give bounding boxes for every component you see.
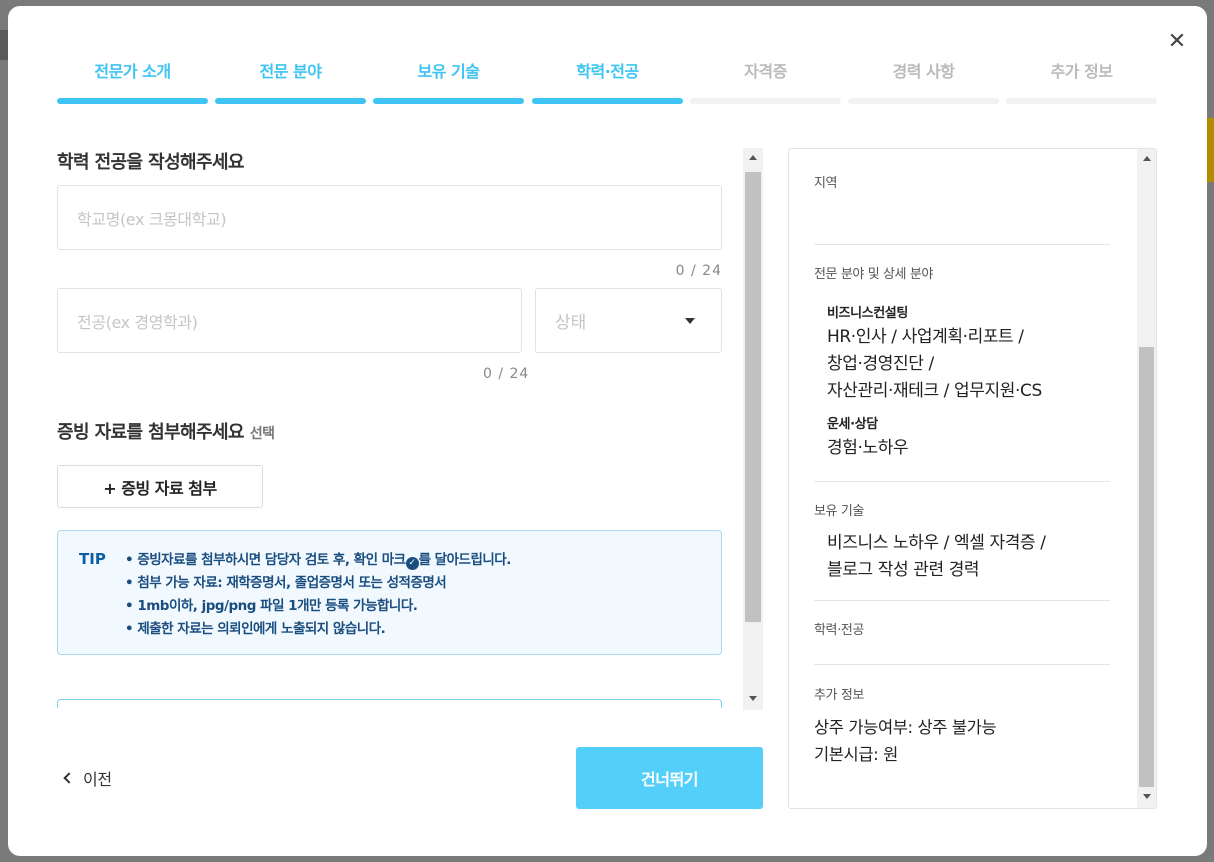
step-bar <box>1006 98 1157 104</box>
field-groups: 비즈니스컨설팅 HR·인사 / 사업계획·리포트 / 창업·경영진단 / 자산관… <box>814 302 1110 462</box>
scroll-up-icon[interactable] <box>1143 156 1151 161</box>
education-heading: 학력·전공 <box>814 623 864 638</box>
extra-list: 상주 가능여부: 상주 불가능 기본시급: 원 <box>814 714 1110 768</box>
skills-heading: 보유 기술 <box>814 504 864 519</box>
preview-scrollbar[interactable] <box>1137 149 1156 808</box>
step-label: 자격증 <box>744 62 787 81</box>
backdrop-edge-accent <box>1206 118 1214 182</box>
step-bar <box>215 98 366 104</box>
scroll-thumb[interactable] <box>745 172 761 622</box>
step-extra[interactable]: 추가 정보 <box>1006 58 1157 104</box>
step-certificate[interactable]: 자격증 <box>690 58 841 104</box>
step-progress: 전문가 소개 전문 분야 보유 기술 학력·전공 자격증 경력 사항 추가 정보 <box>57 58 1157 104</box>
next-section-box <box>57 699 722 708</box>
tip-list: • 증빙자료를 첨부하시면 담당자 검토 후, 확인 마크 ✓ 를 달아드립니다. … <box>125 549 511 641</box>
education-title: 학력 전공을 작성해주세요 <box>57 152 245 173</box>
step-label: 보유 기술 <box>417 62 480 81</box>
step-career[interactable]: 경력 사항 <box>848 58 999 104</box>
tip-line1-before: • 증빙자료를 첨부하시면 담당자 검토 후, 확인 마크 <box>125 552 406 568</box>
caret-down-icon <box>685 318 695 324</box>
attachment-heading: 증빙 자료를 첨부해주세요 선택 <box>57 418 275 444</box>
prev-button[interactable]: 이전 <box>61 766 112 790</box>
major-counter: 0 / 24 <box>483 366 530 382</box>
divider <box>814 664 1110 665</box>
field-tag-line: 창업·경영진단 / <box>827 354 934 374</box>
education-form: 학력 전공을 작성해주세요 학교명(ex 크몽대학교) 0 / 24 전공(ex… <box>57 148 722 708</box>
field-tag-line: 경험·노하우 <box>827 438 909 458</box>
region-section: 지역 <box>814 172 1110 191</box>
extra-section: 추가 정보 상주 가능여부: 상주 불가능 기본시급: 원 <box>814 684 1110 768</box>
school-name-counter: 0 / 24 <box>675 263 722 279</box>
step-education[interactable]: 학력·전공 <box>532 58 683 104</box>
step-label: 추가 정보 <box>1050 62 1113 81</box>
step-label: 학력·전공 <box>576 62 639 81</box>
skip-button[interactable]: 건너뛰기 <box>576 747 763 809</box>
expert-register-modal: ✕ 전문가 소개 전문 분야 보유 기술 학력·전공 자격증 경력 사항 추가 … <box>8 6 1207 856</box>
scroll-thumb[interactable] <box>1139 347 1154 787</box>
field-tag-line: HR·인사 / 사업계획·리포트 / <box>827 327 1024 347</box>
profile-preview-panel: 지역 전문 분야 및 상세 분야 비즈니스컨설팅 HR·인사 / 사업계획·리포… <box>788 148 1157 809</box>
tip-line1-after: 를 달아드립니다. <box>418 552 512 568</box>
step-label: 전문 분야 <box>259 62 322 81</box>
major-input[interactable]: 전공(ex 경영학과) <box>57 288 522 353</box>
extra-line: 기본시급: 원 <box>814 745 898 764</box>
backdrop-edge <box>0 30 8 60</box>
step-bar <box>848 98 999 104</box>
field-heading: 전문 분야 및 상세 분야 <box>814 267 933 282</box>
close-icon[interactable]: ✕ <box>1167 31 1187 53</box>
optional-tag: 선택 <box>249 426 275 442</box>
skills-section: 보유 기술 비즈니스 노하우 / 엑셀 자격증 / 블로그 작성 관련 경력 <box>814 500 1110 584</box>
prev-label: 이전 <box>83 770 112 789</box>
verified-check-icon: ✓ <box>405 557 419 570</box>
scroll-down-icon[interactable] <box>1143 794 1151 799</box>
tip-line: • 증빙자료를 첨부하시면 담당자 검토 후, 확인 마크 ✓ 를 달아드립니다. <box>125 549 511 572</box>
step-intro[interactable]: 전문가 소개 <box>57 58 208 104</box>
step-bar <box>532 98 683 104</box>
tip-line: • 1mb이하, jpg/png 파일 1개만 등록 가능합니다. <box>125 598 418 614</box>
scroll-down-icon[interactable] <box>749 696 757 701</box>
tip-line: • 제출한 자료는 의뢰인에게 노출되지 않습니다. <box>125 621 386 637</box>
step-bar <box>373 98 524 104</box>
status-select-value: 상태 <box>555 313 587 333</box>
step-bar <box>690 98 841 104</box>
field-group-title: 운세·상담 <box>827 417 878 432</box>
divider <box>814 481 1110 482</box>
scroll-up-icon[interactable] <box>749 155 757 160</box>
field-group-title: 비즈니스컨설팅 <box>827 306 908 321</box>
field-tag-line: 자산관리·재테크 / 업무지원·CS <box>827 381 1042 401</box>
step-label: 경력 사항 <box>892 62 955 81</box>
step-label: 전문가 소개 <box>94 62 171 81</box>
attach-proof-button[interactable]: + 증빙 자료 첨부 <box>57 465 263 508</box>
status-select[interactable]: 상태 <box>535 288 722 353</box>
tip-box: TIP • 증빙자료를 첨부하시면 담당자 검토 후, 확인 마크 ✓ 를 달아드립… <box>57 530 722 655</box>
tip-line: • 첨부 가능 자료: 재학증명서, 졸업증명서 또는 성적증명서 <box>125 575 447 591</box>
education-section: 학력·전공 <box>814 619 1110 638</box>
step-field[interactable]: 전문 분야 <box>215 58 366 104</box>
step-skills[interactable]: 보유 기술 <box>373 58 524 104</box>
form-scrollbar[interactable] <box>743 148 763 710</box>
extra-heading: 추가 정보 <box>814 688 864 703</box>
tip-label: TIP <box>79 550 106 568</box>
step-bar <box>57 98 208 104</box>
chevron-left-icon <box>63 772 75 784</box>
skills-list: 비즈니스 노하우 / 엑셀 자격증 / 블로그 작성 관련 경력 <box>814 530 1110 584</box>
school-name-input[interactable]: 학교명(ex 크몽대학교) <box>57 185 722 250</box>
region-heading: 지역 <box>814 176 838 191</box>
skills-line: 비즈니스 노하우 / 엑셀 자격증 / <box>827 533 1046 553</box>
divider <box>814 600 1110 601</box>
field-section: 전문 분야 및 상세 분야 비즈니스컨설팅 HR·인사 / 사업계획·리포트 /… <box>814 263 1110 462</box>
attachment-title: 증빙 자료를 첨부해주세요 <box>57 422 245 443</box>
skills-line: 블로그 작성 관련 경력 <box>827 560 980 580</box>
divider <box>814 244 1110 245</box>
extra-line: 상주 가능여부: 상주 불가능 <box>814 718 997 737</box>
